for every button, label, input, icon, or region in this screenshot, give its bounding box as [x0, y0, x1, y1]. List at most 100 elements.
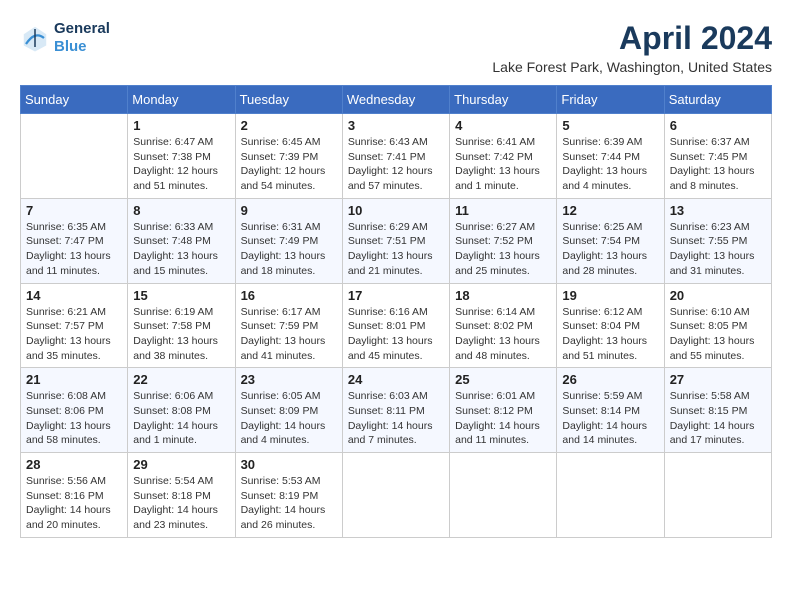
day-number: 29: [133, 457, 229, 472]
logo-text: General Blue: [54, 20, 110, 56]
title-area: April 2024 Lake Forest Park, Washington,…: [492, 20, 772, 75]
day-info: Sunrise: 6:01 AM Sunset: 8:12 PM Dayligh…: [455, 389, 551, 448]
day-number: 12: [562, 203, 658, 218]
day-info: Sunrise: 6:37 AM Sunset: 7:45 PM Dayligh…: [670, 135, 766, 194]
calendar-cell: 11 Sunrise: 6:27 AM Sunset: 7:52 PM Dayli…: [450, 198, 557, 283]
day-number: 11: [455, 203, 551, 218]
calendar-cell: 19 Sunrise: 6:12 AM Sunset: 8:04 PM Dayli…: [557, 283, 664, 368]
calendar-cell: 13Sunrise: 6:23 AM Sunset: 7:55 PM Dayli…: [664, 198, 771, 283]
weekday-row: SundayMondayTuesdayWednesdayThursdayFrid…: [21, 86, 772, 114]
calendar-cell: 15 Sunrise: 6:19 AM Sunset: 7:58 PM Dayli…: [128, 283, 235, 368]
calendar-week-row: 21 Sunrise: 6:08 AM Sunset: 8:06 PM Dayli…: [21, 368, 772, 453]
day-info: Sunrise: 6:47 AM Sunset: 7:38 PM Dayligh…: [133, 135, 229, 194]
calendar-cell: 27 Sunrise: 5:58 AM Sunset: 8:15 PM Dayli…: [664, 368, 771, 453]
calendar-cell: [557, 453, 664, 538]
calendar-cell: 2 Sunrise: 6:45 AM Sunset: 7:39 PM Daylig…: [235, 114, 342, 199]
day-number: 18: [455, 288, 551, 303]
calendar-table: SundayMondayTuesdayWednesdayThursdayFrid…: [20, 85, 772, 538]
day-info: Sunrise: 6:27 AM Sunset: 7:52 PM Dayligh…: [455, 220, 551, 279]
calendar-cell: 12Sunrise: 6:25 AM Sunset: 7:54 PM Dayli…: [557, 198, 664, 283]
day-number: 1: [133, 118, 229, 133]
weekday-header: Saturday: [664, 86, 771, 114]
weekday-header: Monday: [128, 86, 235, 114]
calendar-body: 1 Sunrise: 6:47 AM Sunset: 7:38 PM Daylig…: [21, 114, 772, 538]
day-info: Sunrise: 6:29 AM Sunset: 7:51 PM Dayligh…: [348, 220, 444, 279]
calendar-cell: 6Sunrise: 6:37 AM Sunset: 7:45 PM Daylig…: [664, 114, 771, 199]
day-number: 30: [241, 457, 337, 472]
day-number: 20: [670, 288, 766, 303]
weekday-header: Wednesday: [342, 86, 449, 114]
page-header: General Blue April 2024 Lake Forest Park…: [20, 20, 772, 75]
day-info: Sunrise: 6:41 AM Sunset: 7:42 PM Dayligh…: [455, 135, 551, 194]
weekday-header: Tuesday: [235, 86, 342, 114]
calendar-cell: 16Sunrise: 6:17 AM Sunset: 7:59 PM Dayli…: [235, 283, 342, 368]
day-info: Sunrise: 6:12 AM Sunset: 8:04 PM Dayligh…: [562, 305, 658, 364]
calendar-week-row: 28Sunrise: 5:56 AM Sunset: 8:16 PM Dayli…: [21, 453, 772, 538]
day-info: Sunrise: 6:14 AM Sunset: 8:02 PM Dayligh…: [455, 305, 551, 364]
calendar-cell: 1 Sunrise: 6:47 AM Sunset: 7:38 PM Daylig…: [128, 114, 235, 199]
calendar-cell: 25 Sunrise: 6:01 AM Sunset: 8:12 PM Dayli…: [450, 368, 557, 453]
day-info: Sunrise: 6:16 AM Sunset: 8:01 PM Dayligh…: [348, 305, 444, 364]
day-info: Sunrise: 6:05 AM Sunset: 8:09 PM Dayligh…: [241, 389, 337, 448]
day-number: 17: [348, 288, 444, 303]
calendar-cell: 18 Sunrise: 6:14 AM Sunset: 8:02 PM Dayli…: [450, 283, 557, 368]
day-number: 19: [562, 288, 658, 303]
calendar-cell: [664, 453, 771, 538]
calendar-cell: 22Sunrise: 6:06 AM Sunset: 8:08 PM Dayli…: [128, 368, 235, 453]
calendar-cell: [342, 453, 449, 538]
day-info: Sunrise: 6:06 AM Sunset: 8:08 PM Dayligh…: [133, 389, 229, 448]
day-info: Sunrise: 6:45 AM Sunset: 7:39 PM Dayligh…: [241, 135, 337, 194]
calendar-cell: 4Sunrise: 6:41 AM Sunset: 7:42 PM Daylig…: [450, 114, 557, 199]
day-info: Sunrise: 6:08 AM Sunset: 8:06 PM Dayligh…: [26, 389, 122, 448]
month-title: April 2024: [492, 20, 772, 57]
day-info: Sunrise: 6:17 AM Sunset: 7:59 PM Dayligh…: [241, 305, 337, 364]
day-number: 15: [133, 288, 229, 303]
calendar-cell: 30 Sunrise: 5:53 AM Sunset: 8:19 PM Dayli…: [235, 453, 342, 538]
calendar-cell: 10Sunrise: 6:29 AM Sunset: 7:51 PM Dayli…: [342, 198, 449, 283]
logo: General Blue: [20, 20, 110, 56]
calendar-cell: 20Sunrise: 6:10 AM Sunset: 8:05 PM Dayli…: [664, 283, 771, 368]
day-number: 26: [562, 372, 658, 387]
day-info: Sunrise: 6:31 AM Sunset: 7:49 PM Dayligh…: [241, 220, 337, 279]
location: Lake Forest Park, Washington, United Sta…: [492, 59, 772, 75]
calendar-cell: 8 Sunrise: 6:33 AM Sunset: 7:48 PM Daylig…: [128, 198, 235, 283]
day-info: Sunrise: 5:56 AM Sunset: 8:16 PM Dayligh…: [26, 474, 122, 533]
weekday-header: Sunday: [21, 86, 128, 114]
day-number: 3: [348, 118, 444, 133]
day-info: Sunrise: 6:03 AM Sunset: 8:11 PM Dayligh…: [348, 389, 444, 448]
calendar-cell: 17 Sunrise: 6:16 AM Sunset: 8:01 PM Dayli…: [342, 283, 449, 368]
day-info: Sunrise: 5:53 AM Sunset: 8:19 PM Dayligh…: [241, 474, 337, 533]
logo-icon: [20, 23, 50, 53]
calendar-cell: 3 Sunrise: 6:43 AM Sunset: 7:41 PM Daylig…: [342, 114, 449, 199]
calendar-cell: [21, 114, 128, 199]
day-number: 27: [670, 372, 766, 387]
weekday-header: Friday: [557, 86, 664, 114]
day-number: 23: [241, 372, 337, 387]
calendar-cell: 29 Sunrise: 5:54 AM Sunset: 8:18 PM Dayli…: [128, 453, 235, 538]
calendar-cell: 14 Sunrise: 6:21 AM Sunset: 7:57 PM Dayli…: [21, 283, 128, 368]
day-info: Sunrise: 5:58 AM Sunset: 8:15 PM Dayligh…: [670, 389, 766, 448]
calendar-week-row: 1 Sunrise: 6:47 AM Sunset: 7:38 PM Daylig…: [21, 114, 772, 199]
day-info: Sunrise: 5:54 AM Sunset: 8:18 PM Dayligh…: [133, 474, 229, 533]
day-number: 21: [26, 372, 122, 387]
calendar-cell: 9Sunrise: 6:31 AM Sunset: 7:49 PM Daylig…: [235, 198, 342, 283]
day-number: 5: [562, 118, 658, 133]
day-info: Sunrise: 6:39 AM Sunset: 7:44 PM Dayligh…: [562, 135, 658, 194]
day-number: 2: [241, 118, 337, 133]
calendar-cell: 23 Sunrise: 6:05 AM Sunset: 8:09 PM Dayli…: [235, 368, 342, 453]
calendar-cell: 7Sunrise: 6:35 AM Sunset: 7:47 PM Daylig…: [21, 198, 128, 283]
day-info: Sunrise: 6:43 AM Sunset: 7:41 PM Dayligh…: [348, 135, 444, 194]
calendar-cell: 5 Sunrise: 6:39 AM Sunset: 7:44 PM Daylig…: [557, 114, 664, 199]
day-info: Sunrise: 6:33 AM Sunset: 7:48 PM Dayligh…: [133, 220, 229, 279]
day-info: Sunrise: 6:21 AM Sunset: 7:57 PM Dayligh…: [26, 305, 122, 364]
calendar-cell: [450, 453, 557, 538]
day-number: 14: [26, 288, 122, 303]
calendar-week-row: 14 Sunrise: 6:21 AM Sunset: 7:57 PM Dayli…: [21, 283, 772, 368]
day-info: Sunrise: 6:19 AM Sunset: 7:58 PM Dayligh…: [133, 305, 229, 364]
calendar-cell: 26Sunrise: 5:59 AM Sunset: 8:14 PM Dayli…: [557, 368, 664, 453]
day-number: 25: [455, 372, 551, 387]
calendar-header: SundayMondayTuesdayWednesdayThursdayFrid…: [21, 86, 772, 114]
day-number: 8: [133, 203, 229, 218]
day-info: Sunrise: 6:23 AM Sunset: 7:55 PM Dayligh…: [670, 220, 766, 279]
calendar-cell: 28Sunrise: 5:56 AM Sunset: 8:16 PM Dayli…: [21, 453, 128, 538]
